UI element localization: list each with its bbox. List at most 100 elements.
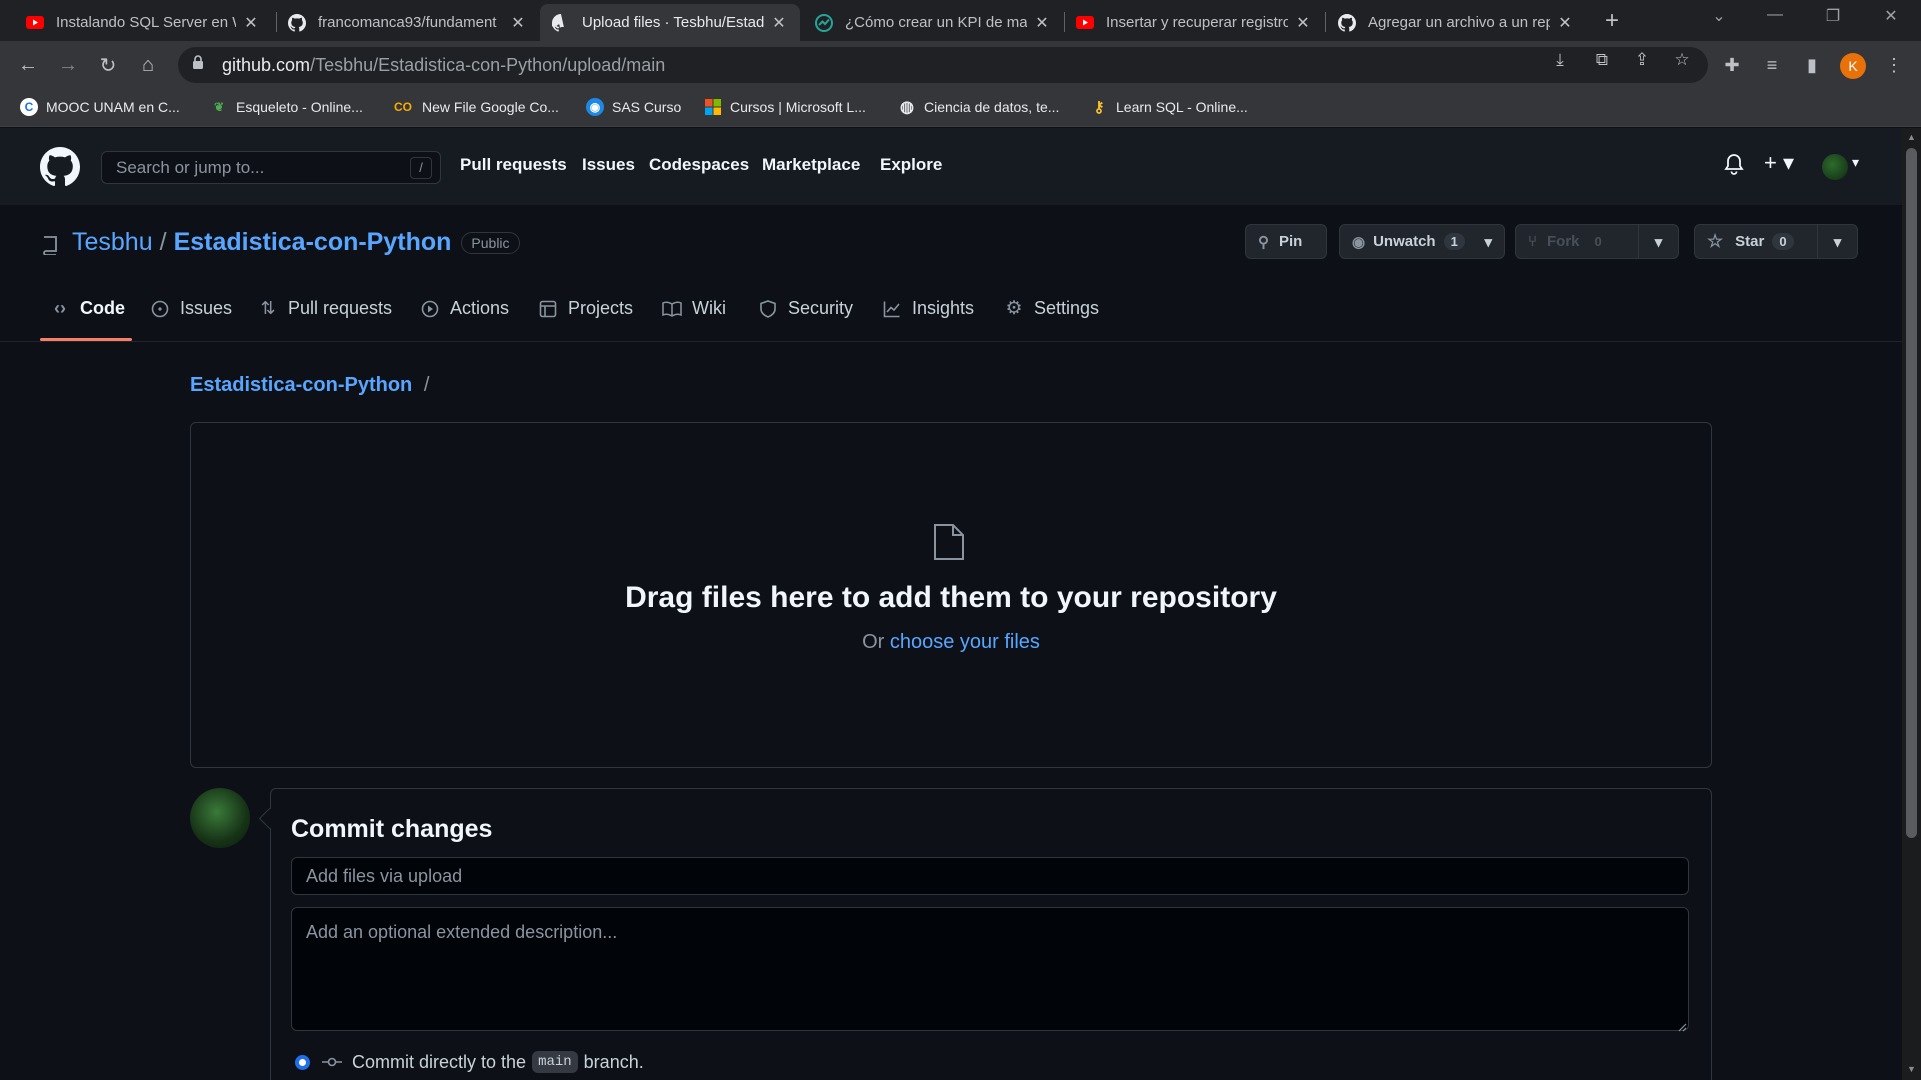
play-icon: [420, 299, 440, 319]
search-shortcut-key: /: [410, 157, 432, 179]
fork-button[interactable]: ⑂ Fork 0 ▾: [1515, 224, 1679, 259]
bookmark-item[interactable]: Cursos | Microsoft L...: [704, 98, 866, 116]
notifications-bell-icon[interactable]: [1724, 153, 1744, 180]
scrollbar-thumb[interactable]: [1906, 148, 1917, 838]
browser-tab[interactable]: ¿Cómo crear un KPI de mar ✕: [803, 4, 1063, 41]
c-icon: C: [20, 98, 38, 116]
translate-icon[interactable]: ⧉: [1592, 50, 1612, 70]
commit-directly-radio[interactable]: [295, 1054, 310, 1070]
side-panel-icon[interactable]: ▮: [1798, 51, 1826, 79]
scroll-down-icon[interactable]: ▼: [1906, 1064, 1917, 1074]
tab-label: Issues: [180, 298, 233, 318]
nav-codespaces[interactable]: Codespaces: [649, 155, 749, 175]
close-tab-icon[interactable]: ✕: [770, 13, 788, 33]
browser-tab[interactable]: francomanca93/fundament ✕: [276, 4, 539, 41]
bookmark-star-icon[interactable]: ☆: [1672, 50, 1692, 70]
browser-tab-active[interactable]: Upload files · Tesbhu/Estadi ✕: [540, 4, 800, 41]
close-tab-icon[interactable]: ✕: [242, 13, 260, 33]
profile-avatar[interactable]: K: [1840, 53, 1866, 79]
commit-summary-input[interactable]: [291, 857, 1689, 895]
share-icon[interactable]: ⇪: [1632, 50, 1652, 70]
address-bar[interactable]: github.com/Tesbhu/Estadistica-con-Python…: [178, 47, 1708, 83]
breadcrumb-separator: /: [423, 374, 430, 396]
bookmark-item[interactable]: ◍ Ciencia de datos, te...: [898, 98, 1059, 116]
browser-menu-icon[interactable]: ⋮: [1880, 51, 1908, 79]
chevron-down-icon[interactable]: ▾: [1484, 225, 1504, 258]
forward-icon[interactable]: →: [54, 51, 82, 79]
new-tab-button[interactable]: +: [1598, 8, 1626, 36]
browser-tab[interactable]: Agregar un archivo a un rep ✕: [1326, 4, 1586, 41]
commit-option-prefix: Commit directly to the: [352, 1051, 527, 1072]
close-window-icon[interactable]: ✕: [1868, 6, 1914, 26]
chevron-down-icon[interactable]: ▾: [1817, 225, 1857, 258]
unwatch-button[interactable]: ◉ Unwatch 1 ▾: [1339, 224, 1505, 259]
tab-code[interactable]: ‹› Code: [50, 298, 125, 319]
active-tab-indicator: [40, 338, 132, 341]
browser-tab[interactable]: Instalando SQL Server en W ✕: [0, 4, 272, 41]
media-control-icon[interactable]: ≡: [1758, 51, 1786, 79]
close-tab-icon[interactable]: ✕: [1556, 13, 1574, 33]
breadcrumb: Estadistica-con-Python /: [190, 374, 429, 397]
youtube-icon: [1076, 14, 1094, 32]
pull-request-icon: ⇅: [260, 298, 276, 318]
close-tab-icon[interactable]: ✕: [1033, 13, 1051, 33]
minimize-icon[interactable]: —: [1752, 6, 1798, 24]
nav-issues[interactable]: Issues: [582, 155, 635, 175]
tab-wiki[interactable]: Wiki: [662, 298, 726, 319]
chevron-down-icon[interactable]: ▾: [1852, 154, 1859, 171]
repo-owner-link[interactable]: Tesbhu: [72, 228, 153, 257]
tab-actions[interactable]: Actions: [420, 298, 509, 319]
file-drop-zone[interactable]: Drag files here to add them to your repo…: [190, 422, 1712, 768]
bookmark-item[interactable]: ◉ SAS Curso: [586, 98, 681, 116]
chevron-down-icon[interactable]: ▾: [1638, 225, 1678, 258]
restore-icon[interactable]: ❐: [1810, 6, 1856, 26]
chart-icon: [815, 13, 833, 32]
nav-marketplace[interactable]: Marketplace: [762, 155, 860, 175]
committer-avatar: [190, 788, 250, 848]
create-new-plus-icon[interactable]: + ▾: [1764, 150, 1794, 176]
commit-description-textarea[interactable]: [291, 907, 1689, 1031]
colab-icon: CO: [394, 100, 412, 114]
tab-search-icon[interactable]: ⌄: [1696, 6, 1742, 26]
repo-name-link[interactable]: Estadistica-con-Python: [174, 228, 452, 257]
git-commit-icon: [322, 1052, 342, 1073]
user-avatar[interactable]: [1822, 154, 1848, 180]
close-tab-icon[interactable]: ✕: [509, 13, 527, 33]
scroll-up-icon[interactable]: ▲: [1906, 132, 1917, 142]
browser-tab[interactable]: Insertar y recuperar registro ✕: [1064, 4, 1324, 41]
tab-issues[interactable]: Issues: [150, 298, 232, 319]
tab-label: Security: [788, 298, 854, 318]
github-logo-icon[interactable]: [40, 147, 80, 187]
tab-projects[interactable]: Projects: [538, 298, 633, 319]
back-icon[interactable]: ←: [14, 51, 42, 79]
tab-pull-requests[interactable]: ⇅ Pull requests: [258, 298, 392, 319]
tab-security[interactable]: Security: [758, 298, 853, 319]
tab-settings[interactable]: ⚙ Settings: [1004, 298, 1099, 319]
close-tab-icon[interactable]: ✕: [1294, 13, 1312, 33]
page-scrollbar[interactable]: ▲ ▼: [1902, 128, 1921, 1080]
choose-files-link[interactable]: choose your files: [890, 631, 1040, 653]
star-button[interactable]: ☆ Star 0 ▾: [1694, 224, 1858, 259]
search-input[interactable]: Search or jump to... /: [101, 151, 441, 184]
home-icon[interactable]: ⌂: [134, 51, 162, 79]
nav-explore[interactable]: Explore: [880, 155, 942, 175]
nav-pull-requests[interactable]: Pull requests: [460, 155, 567, 175]
breadcrumb-repo-link[interactable]: Estadistica-con-Python: [190, 374, 412, 396]
tab-insights[interactable]: Insights: [882, 298, 974, 319]
bookmark-item[interactable]: ❦ Esqueleto - Online...: [210, 98, 363, 116]
bookmark-item[interactable]: ⚷ Learn SQL - Online...: [1090, 98, 1248, 116]
bookmark-label: SAS Curso: [612, 99, 682, 115]
resize-handle-icon[interactable]: [1677, 1019, 1687, 1032]
commit-form-title: Commit changes: [291, 815, 493, 843]
shield-icon: [758, 299, 778, 319]
repo-title: Tesbhu / Estadistica-con-Python Public: [42, 228, 520, 257]
bookmark-item[interactable]: CO New File Google Co...: [392, 98, 559, 116]
browser-tab-title: Agregar un archivo a un rep: [1368, 14, 1550, 31]
commit-directly-option[interactable]: Commit directly to the main branch.: [295, 1051, 644, 1073]
install-app-icon[interactable]: ⤓: [1550, 50, 1570, 70]
github-header: Search or jump to... / Pull requests Iss…: [0, 128, 1902, 205]
bookmark-item[interactable]: C MOOC UNAM en C...: [20, 98, 180, 116]
pin-button[interactable]: ⚲ Pin: [1245, 224, 1327, 259]
extensions-icon[interactable]: ✚: [1718, 51, 1746, 79]
reload-icon[interactable]: ↻: [94, 51, 122, 79]
